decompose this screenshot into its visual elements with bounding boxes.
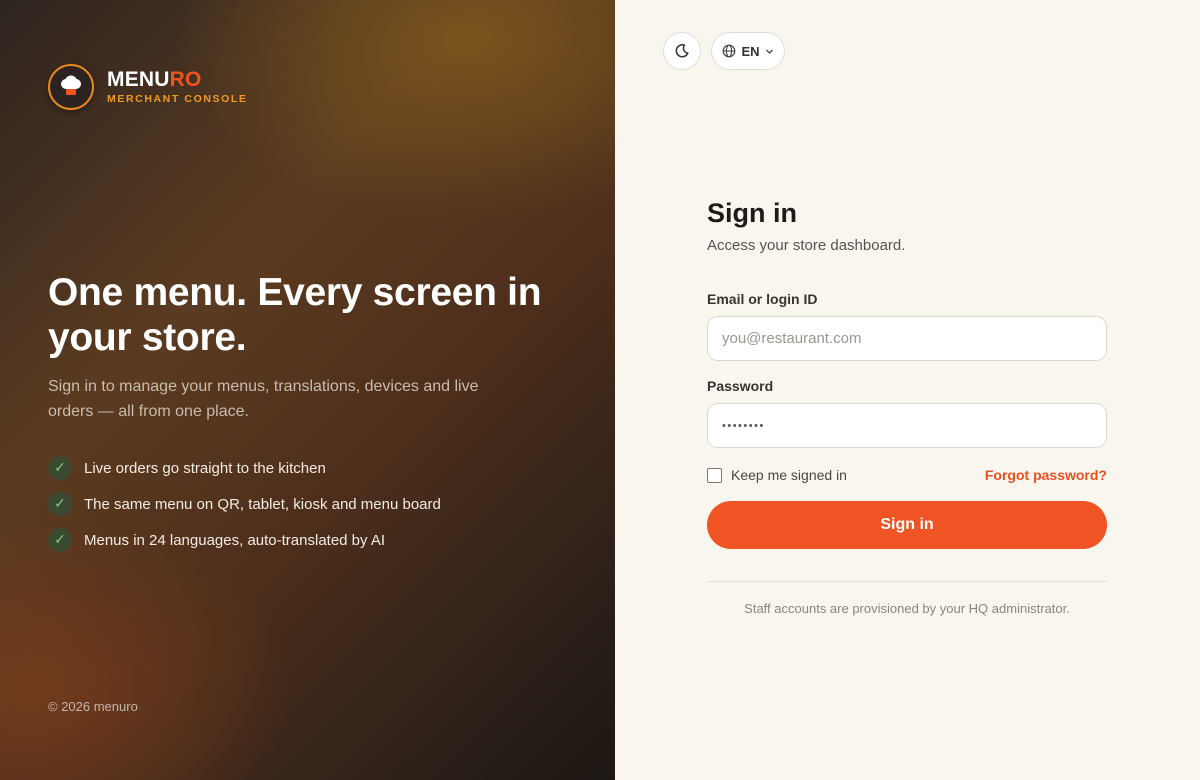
- divider: [707, 581, 1107, 582]
- hero-panel: MENURO MERCHANT CONSOLE One menu. Every …: [0, 0, 615, 780]
- signin-button[interactable]: Sign in: [707, 501, 1107, 549]
- remember-label: Keep me signed in: [731, 467, 847, 483]
- password-label: Password: [707, 378, 774, 394]
- copyright: © 2026 menuro: [48, 699, 138, 714]
- brand-tagline: MERCHANT CONSOLE: [107, 93, 248, 105]
- theme-toggle-button[interactable]: [663, 32, 701, 70]
- signin-form: Sign in Access your store dashboard. Ema…: [707, 196, 1107, 616]
- feature-item: ✓ Menus in 24 languages, auto-translated…: [48, 528, 441, 552]
- feature-text: Menus in 24 languages, auto-translated b…: [84, 531, 386, 549]
- password-field[interactable]: [707, 403, 1107, 448]
- email-label: Email or login ID: [707, 291, 818, 307]
- chevron-down-icon: [765, 49, 773, 54]
- brand-name: MENURO: [107, 69, 248, 91]
- moon-icon: [675, 44, 689, 58]
- email-field[interactable]: [707, 316, 1107, 361]
- form-subtitle: Access your store dashboard.: [707, 237, 906, 254]
- feature-item: ✓ The same menu on QR, tablet, kiosk and…: [48, 492, 441, 516]
- check-icon: ✓: [48, 456, 72, 480]
- feature-item: ✓ Live orders go straight to the kitchen: [48, 456, 441, 480]
- feature-text: Live orders go straight to the kitchen: [84, 459, 326, 477]
- footer-note: Staff accounts are provisioned by your H…: [744, 601, 1070, 616]
- brand-name-part2: RO: [169, 68, 202, 91]
- forgot-password-link[interactable]: Forgot password?: [985, 467, 1107, 483]
- chef-hat-icon: [48, 64, 94, 110]
- check-icon: ✓: [48, 492, 72, 516]
- globe-icon: [723, 44, 736, 58]
- hero-title: One menu. Every screen in your store.: [48, 271, 542, 359]
- remember-me[interactable]: Keep me signed in: [707, 467, 847, 483]
- language-label: EN: [741, 43, 760, 59]
- remember-checkbox[interactable]: [707, 467, 722, 483]
- feature-list: ✓ Live orders go straight to the kitchen…: [48, 456, 441, 564]
- feature-text: The same menu on QR, tablet, kiosk and m…: [84, 495, 441, 513]
- form-title: Sign in: [707, 198, 797, 228]
- signin-panel: EN Sign in Access your store dashboard. …: [615, 0, 1200, 780]
- brand-name-part1: MENU: [107, 68, 170, 91]
- check-icon: ✓: [48, 528, 72, 552]
- brand-logo: MENURO MERCHANT CONSOLE: [48, 64, 248, 110]
- language-selector[interactable]: EN: [711, 32, 785, 70]
- hero-description: Sign in to manage your menus, translatio…: [48, 378, 479, 420]
